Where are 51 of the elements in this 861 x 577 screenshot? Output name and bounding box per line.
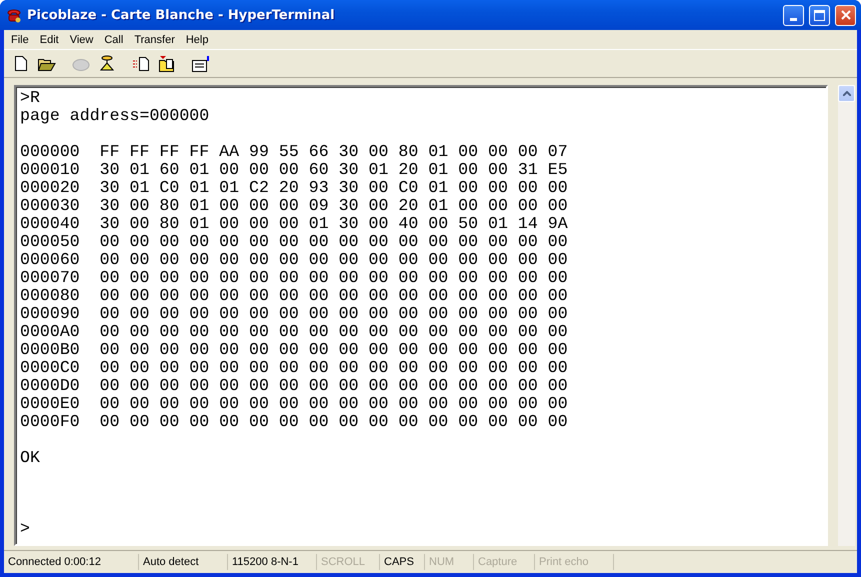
terminal-line: OK	[20, 449, 41, 467]
terminal-line: 000040 30 00 80 01 00 00 00 01 30 00 40 00 50 01 14 9A	[20, 215, 569, 233]
terminal-line: 0000D0 00 00 00 00 00 00 00 00 00 00 00 00 00 00 00 00	[20, 377, 569, 395]
terminal-line: 0000B0 00 00 00 00 00 00 00 00 00 00 00 00 00 00 00 00	[20, 341, 569, 359]
status-field: 115200 8-N-1	[228, 554, 317, 570]
vertical-scrollbar[interactable]	[838, 85, 855, 546]
scroll-up-button[interactable]	[838, 85, 855, 102]
status-field: NUM	[425, 554, 474, 570]
blank-page-icon	[15, 56, 27, 71]
terminal-screen[interactable]	[14, 85, 828, 546]
window-title: Picoblaze - Carte Blanche - HyperTerminal	[27, 8, 336, 22]
menu-item[interactable]: Help	[180, 34, 214, 46]
folder-icon	[38, 56, 56, 70]
terminal-prompt: >	[20, 520, 31, 538]
status-field: Auto detect	[139, 554, 228, 570]
terminal-line: >R	[20, 89, 41, 107]
telephone-icon	[6, 7, 22, 23]
terminal-line: 000090 00 00 00 00 00 00 00 00 00 00 00 00 00 00 00 00	[20, 305, 569, 323]
maximize-icon	[814, 10, 825, 20]
terminal-line: 000000 FF FF FF FF AA 99 55 66 30 00 80 01 00 00 00 07	[20, 143, 569, 161]
close-button[interactable]	[835, 4, 856, 26]
status-field: SCROLL	[317, 554, 380, 570]
maximize-button[interactable]	[809, 4, 830, 26]
send-file-icon	[132, 56, 150, 70]
menu-item[interactable]: Transfer	[129, 34, 181, 46]
minimize-icon	[790, 18, 797, 20]
status-field: CAPS	[380, 554, 425, 570]
menu-item[interactable]: Call	[99, 34, 130, 46]
terminal-line: 000020 30 01 C0 01 01 C2 20 93 30 00 C0 01 00 00 00 00	[20, 179, 569, 197]
terminal-line: 000060 00 00 00 00 00 00 00 00 00 00 00 00 00 00 00 00	[20, 251, 569, 269]
terminal-line: 000010 30 01 60 01 00 00 00 60 30 01 20 01 00 00 31 E5	[20, 161, 569, 179]
menu-item[interactable]: Edit	[34, 34, 65, 46]
status-field: Print echo	[535, 554, 614, 570]
menu-item[interactable]: View	[64, 34, 100, 46]
properties-icon	[192, 56, 210, 72]
status-field: Capture	[474, 554, 535, 570]
terminal-line: 0000F0 00 00 00 00 00 00 00 00 00 00 00 00 00 00 00 00	[20, 413, 569, 431]
terminal-line: 000050 00 00 00 00 00 00 00 00 00 00 00 00 00 00 00 00	[20, 233, 569, 251]
minimize-button[interactable]	[783, 4, 804, 26]
caret-up-icon	[842, 91, 850, 96]
terminal-line: page address=000000	[20, 107, 210, 125]
terminal-line: 000080 00 00 00 00 00 00 00 00 00 00 00 00 00 00 00 00	[20, 287, 569, 305]
terminal-line: 0000E0 00 00 00 00 00 00 00 00 00 00 00 00 00 00 00 00	[20, 395, 569, 413]
terminal-line: 000030 30 00 80 01 00 00 00 09 30 00 20 01 00 00 00 00	[20, 197, 569, 215]
close-icon	[840, 10, 850, 20]
terminal-line: 0000A0 00 00 00 00 00 00 00 00 00 00 00 00 00 00 00 00	[20, 323, 569, 341]
menu-item[interactable]: File	[6, 34, 35, 46]
receive-file-icon	[159, 56, 175, 72]
terminal-line: 0000C0 00 00 00 00 00 00 00 00 00 00 00 00 00 00 00 00	[20, 359, 569, 377]
terminal-line: 000070 00 00 00 00 00 00 00 00 00 00 00 00 00 00 00 00	[20, 269, 569, 287]
status-field: Connected 0:00:12	[4, 554, 139, 570]
